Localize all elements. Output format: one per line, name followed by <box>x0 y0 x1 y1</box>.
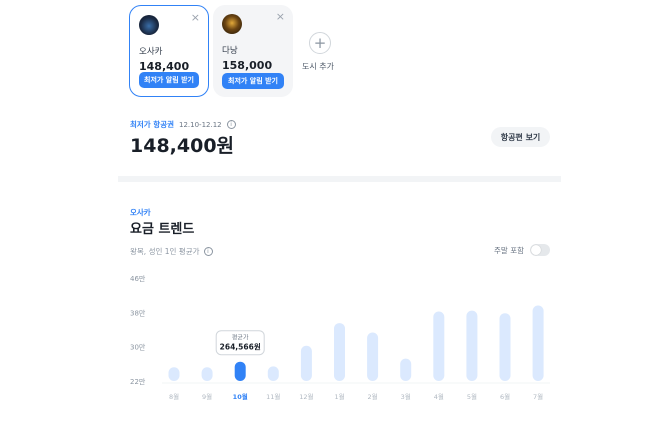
danang-thumbnail-image <box>222 14 242 34</box>
x-tick-label: 8월 <box>169 392 179 401</box>
chart-bar[interactable] <box>334 323 345 381</box>
tooltip-label: 평균가 <box>232 334 249 342</box>
tooltip-value: 264,566원 <box>220 342 261 352</box>
y-tick-label: 22만 <box>130 377 146 386</box>
fare-trend-chart: 46만 38만 30만 22만 8월 9월 10월 11월 12월 1월 2월 3월 4월 5월 6월 7월 평… <box>130 274 550 401</box>
info-icon[interactable]: i <box>226 120 236 129</box>
city-card-danang[interactable]: × 다낭 158,000 최저가 알림 받기 <box>213 5 293 97</box>
chart-bar[interactable] <box>201 367 213 381</box>
add-city-label: 도시 추가 <box>302 62 334 71</box>
lowest-fare-label: 최저가 항공권 <box>130 120 175 129</box>
y-tick-label: 38만 <box>130 308 146 317</box>
plus-icon: + <box>309 32 331 54</box>
x-tick-label: 4월 <box>434 392 444 401</box>
price-alert-button[interactable]: 최저가 알림 받기 <box>139 72 199 88</box>
y-tick-label: 46만 <box>130 274 146 283</box>
y-tick-label: 30만 <box>130 343 146 352</box>
x-tick-label: 5월 <box>467 392 477 401</box>
x-tick-label: 9월 <box>202 392 212 401</box>
close-icon[interactable]: × <box>191 12 200 23</box>
lowest-fare-header: 최저가 항공권 12.10-12.12 i <box>130 119 236 130</box>
trend-city-label: 오사카 <box>130 208 151 217</box>
info-icon[interactable]: i <box>203 247 213 256</box>
city-name: 오사카 <box>139 47 163 57</box>
chart-bar[interactable] <box>433 311 445 381</box>
chart-bar[interactable] <box>532 305 544 381</box>
view-flights-button[interactable]: 항공편 보기 <box>491 127 550 147</box>
toggle-knob <box>531 245 541 255</box>
x-tick-label: 7월 <box>533 392 543 401</box>
trend-subtitle-row: 왕복, 성인 1인 평균가 i <box>130 246 213 257</box>
trend-subtitle: 왕복, 성인 1인 평균가 <box>130 247 200 256</box>
chart-bar[interactable] <box>499 313 511 381</box>
add-city-button[interactable]: + 도시 추가 <box>302 32 337 72</box>
chart-bar[interactable] <box>300 345 312 381</box>
chart-bar[interactable] <box>267 366 279 381</box>
trend-title: 요금 트렌드 <box>130 222 195 237</box>
x-tick-label: 1월 <box>334 392 344 401</box>
close-icon[interactable]: × <box>276 11 285 22</box>
city-card-osaka[interactable]: × 오사카 148,400 최저가 알림 받기 <box>129 5 209 97</box>
chart-bar[interactable] <box>367 332 379 381</box>
lowest-fare-price: 148,400원 <box>130 135 235 157</box>
chart-bar[interactable] <box>466 310 478 381</box>
weekend-toggle-row: 주말 포함 <box>494 244 550 256</box>
x-tick-label: 2월 <box>368 392 378 401</box>
city-price: 158,000 <box>222 59 273 72</box>
weekend-toggle-label: 주말 포함 <box>494 245 524 255</box>
x-tick-label: 3월 <box>401 392 411 401</box>
chart-bar[interactable] <box>400 358 412 381</box>
x-tick-label: 6월 <box>500 392 510 401</box>
city-name: 다낭 <box>222 46 238 56</box>
osaka-thumbnail-image <box>139 15 159 35</box>
chart-bar[interactable] <box>234 361 246 381</box>
x-tick-label: 11월 <box>266 392 280 401</box>
travel-dates: 12.10-12.12 <box>179 120 222 129</box>
x-tick-label: 10월 <box>233 392 248 401</box>
x-tick-label: 12월 <box>299 392 313 401</box>
weekend-toggle[interactable] <box>530 244 550 256</box>
section-divider <box>118 176 561 182</box>
price-alert-button[interactable]: 최저가 알림 받기 <box>222 73 284 89</box>
chart-bar[interactable] <box>168 367 180 381</box>
